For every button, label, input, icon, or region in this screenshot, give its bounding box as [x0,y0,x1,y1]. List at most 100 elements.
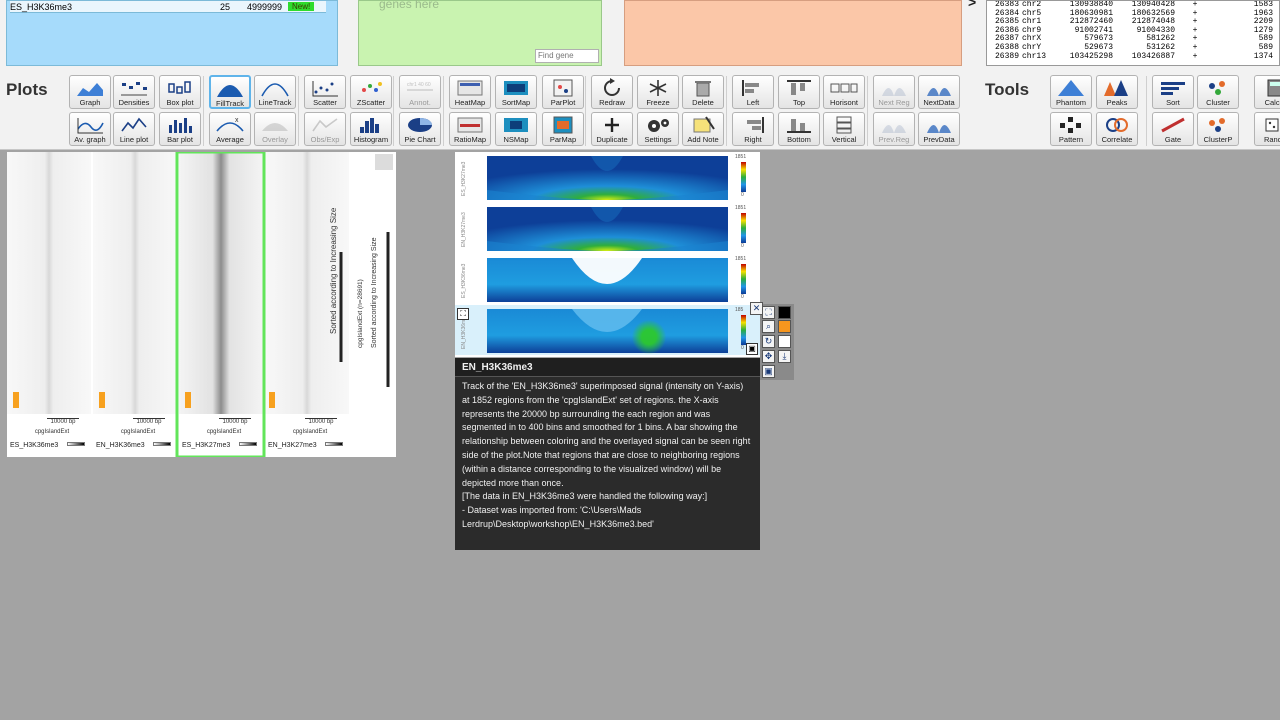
heatmap-column-name[interactable]: ES_H3K36me3 [10,442,58,449]
expand-arrow[interactable]: > [968,0,976,10]
horisont-button[interactable]: Horisont [823,75,865,109]
button-label: NextData [923,98,955,107]
zscatter-button[interactable]: ZScatter [350,75,392,109]
orange-swatch[interactable] [778,320,791,333]
obs-exp-button[interactable]: Obs/Exp [304,112,346,146]
left-button[interactable]: Left [732,75,774,109]
filltrack-button[interactable]: FillTrack [209,75,251,109]
fit-icon[interactable]: ▣ [746,343,758,355]
table-row[interactable]: 26389 chr13 103425298 103426887 +1374 [987,52,1279,62]
box-plot-button[interactable]: Box plot [159,75,201,109]
parmap-button[interactable]: ParMap [542,112,584,146]
profile-track[interactable]: ES_H3K36me3 1851 0 [455,254,760,304]
track-heatmap [487,258,728,302]
zscatter-icon [362,82,382,92]
track-name: ES_H3K27me3 [461,161,467,196]
phantom-button[interactable]: Phantom [1050,75,1092,109]
button-label: Histogram [353,135,389,144]
black-swatch[interactable] [778,306,791,319]
dataset-row[interactable]: ES_H3K36me3 25 4999999 New! [10,1,326,13]
pie-chart-button[interactable]: Pie Chart [399,112,441,146]
pie-chart-icon [408,118,432,132]
linetrack-button[interactable]: LineTrack [254,75,296,109]
annot-button[interactable]: chr1 40 60 Annot. [399,75,441,109]
histogram-button[interactable]: Histogram [350,112,392,146]
sortmap-button[interactable]: SortMap [495,75,537,109]
region-set-label: cpgIslandExt [206,429,242,435]
bar-plot-button[interactable]: Bar plot [159,112,201,146]
cluster-button[interactable]: Cluster [1197,75,1239,109]
button-label: Pattern [1058,135,1084,144]
move-icon[interactable]: ✥ [762,350,775,363]
average-button[interactable]: x Average [209,112,251,146]
top-button[interactable]: Top [778,75,820,109]
dataset-max: 4999999 [246,1,282,12]
overlay-button[interactable]: Overlay [254,112,296,146]
profile-track[interactable]: ES_H3K27me3 1851 0 [455,152,760,202]
track-tooltip: EN_H3K36me3 Track of the 'EN_H3K36me3' s… [455,358,760,550]
rando-button[interactable]: Rando [1254,112,1280,146]
zoom-icon[interactable]: ⌕ [762,320,775,333]
next-reg-button[interactable]: Next Reg [873,75,915,109]
prev-region-icon [882,125,906,133]
prevdata-button[interactable]: PrevData [918,112,960,146]
dataset-list-panel[interactable]: ES_H3K36me3 25 4999999 New! [6,0,338,66]
refresh-icon[interactable]: ↻ [762,335,775,348]
close-icon[interactable]: ✕ [750,302,763,315]
densities-button[interactable]: Densities [113,75,155,109]
nsmap-button[interactable]: NSMap [495,112,537,146]
freeze-button[interactable]: Freeze [637,75,679,109]
prev-reg-button[interactable]: Prev.Reg [873,112,915,146]
line-plot-button[interactable]: Line plot [113,112,155,146]
profile-track-panel[interactable]: ES_H3K27me3 1851 0 EN_H3K27me3 1851 0 ES_H3K36… [455,152,760,357]
heatmap-col-es-h3k27me3 [179,152,263,414]
region-table[interactable]: 26383 chr2 130938840 130940428 +1583 26384 chr… [986,0,1280,66]
region-set-label: cpgIslandExt [34,429,70,435]
add-note-button[interactable]: Add Note [682,112,724,146]
heatmap-column-name[interactable]: EN_H3K36me3 [96,442,145,449]
heatmap-panel[interactable]: Sorted according to Increasing Size cpgI… [7,152,396,457]
graph-button[interactable]: Graph [69,75,111,109]
align-left-icon [742,80,759,96]
track-heatmap [487,207,728,251]
area-graph-icon [77,83,103,96]
main-toolbar: Plots Tools Graph Densities Box plot FillTr… [0,72,1280,150]
scale-min: 0 [741,294,744,300]
delete-button[interactable]: Delete [682,75,724,109]
av-graph-button[interactable]: Av. graph [69,112,111,146]
orange-panel[interactable] [624,0,962,66]
obs-exp-icon [312,118,338,132]
parplot-button[interactable]: ParPlot [542,75,584,109]
heatmap-column-name[interactable]: EN_H3K27me3 [268,442,317,449]
correlate-button[interactable]: Correlate [1096,112,1138,146]
pattern-button[interactable]: Pattern [1050,112,1092,146]
download-icon[interactable]: ⤓ [778,350,791,363]
vertical-button[interactable]: Vertical [823,112,865,146]
heatmap-column-name[interactable]: ES_H3K27me3 [182,442,230,449]
profile-track[interactable]: EN_H3K36me3 185 0 ⛶ ▣ [455,305,760,355]
gate-button[interactable]: Gate [1152,112,1194,146]
expand-icon[interactable]: ⛶ [762,306,775,319]
gene-panel[interactable]: genes here Find gene [358,0,602,66]
find-gene-input[interactable]: Find gene [535,49,599,63]
button-label: Average [216,135,244,144]
clusterp-button[interactable]: ClusterP [1197,112,1239,146]
nextdata-button[interactable]: NextData [918,75,960,109]
sort-button[interactable]: Sort [1152,75,1194,109]
ratiomap-button[interactable]: RatioMap [449,112,491,146]
align-top-icon [787,80,811,95]
calcul-button[interactable]: Calcul [1254,75,1280,109]
scatter-button[interactable]: Scatter [304,75,346,109]
heatmap-button[interactable]: HeatMap [449,75,491,109]
expand-icon[interactable]: ⛶ [457,308,469,320]
right-button[interactable]: Right [732,112,774,146]
settings-button[interactable]: Settings [637,112,679,146]
redraw-button[interactable]: Redraw [591,75,633,109]
profile-track[interactable]: EN_H3K27me3 1851 0 [455,203,760,253]
duplicate-button[interactable]: Duplicate [591,112,633,146]
toolbar-separator [443,76,444,146]
bottom-button[interactable]: Bottom [778,112,820,146]
white-swatch[interactable] [778,335,791,348]
fit-icon[interactable]: ▣ [762,365,775,378]
peaks-button[interactable]: Peaks [1096,75,1138,109]
